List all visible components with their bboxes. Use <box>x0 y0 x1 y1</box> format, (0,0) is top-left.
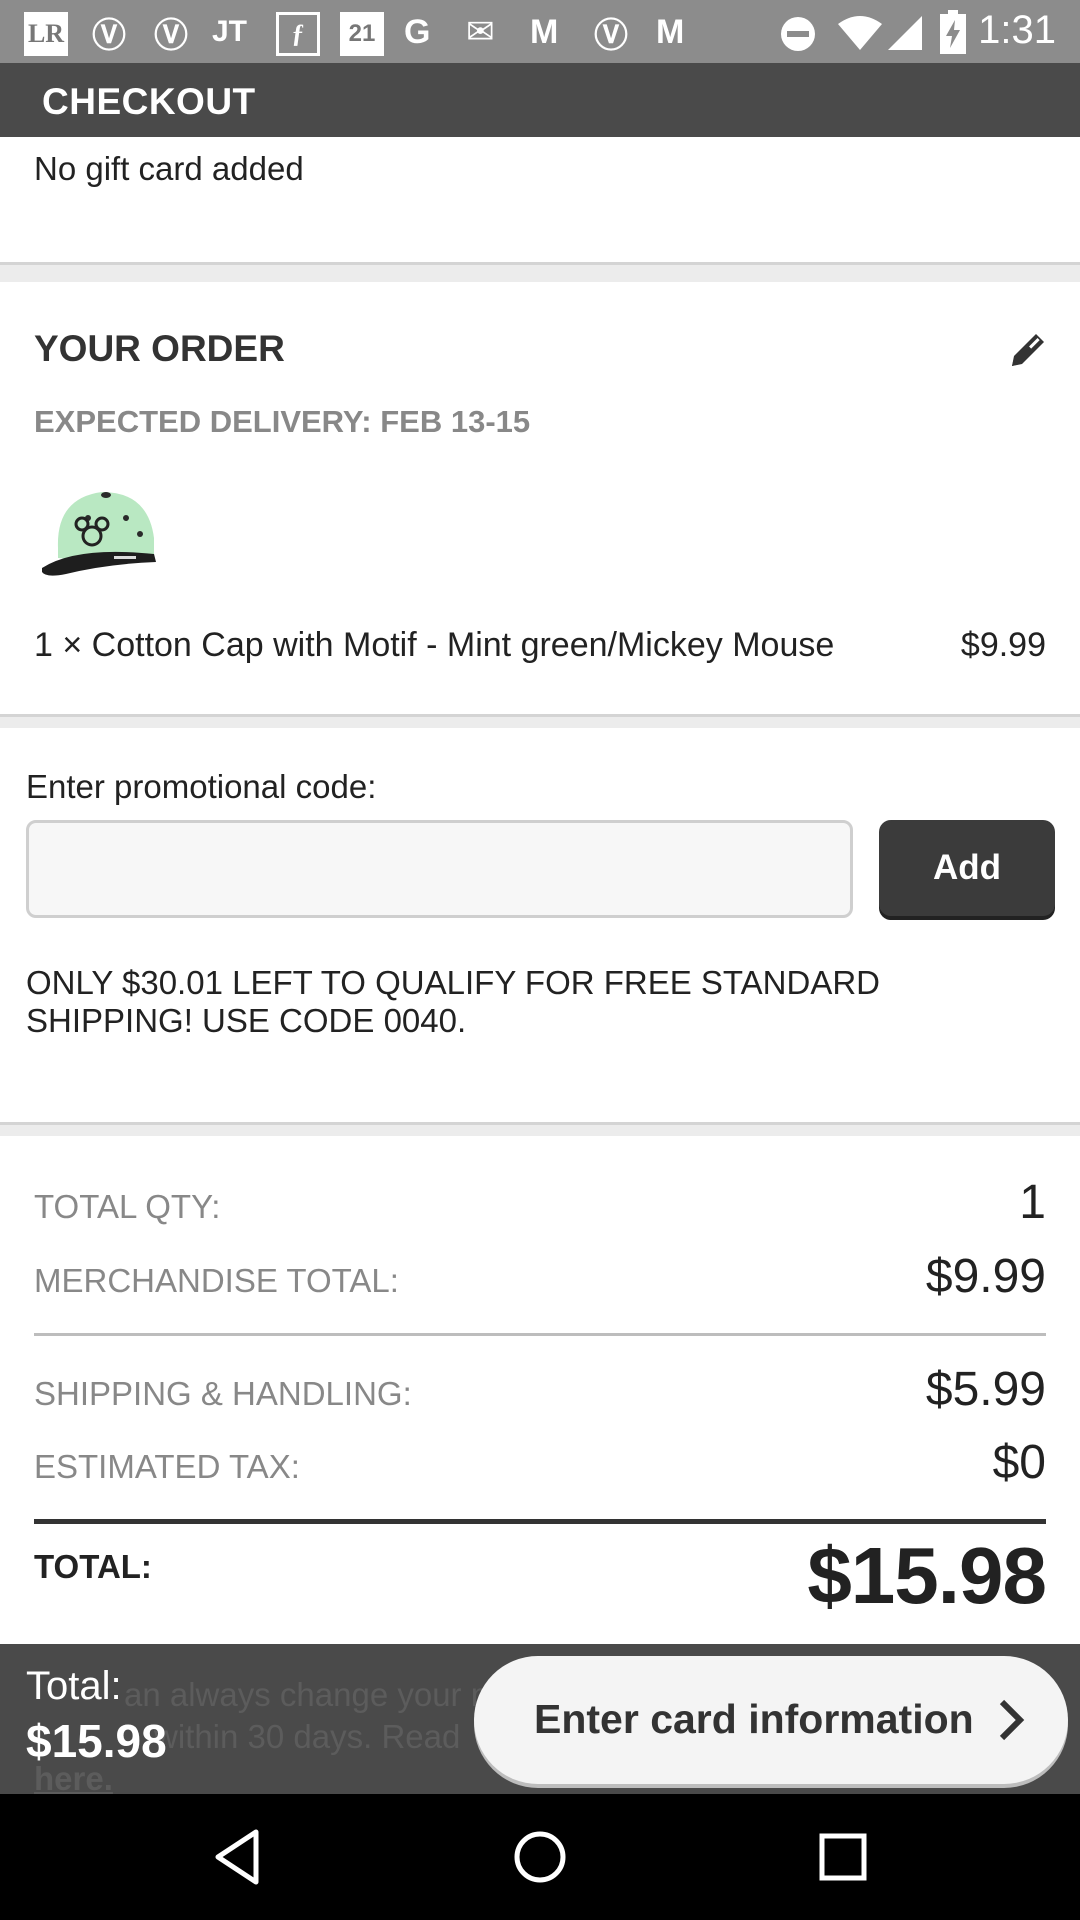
drive-notification-icon: Ⓥ <box>92 16 126 55</box>
total-divider <box>34 1519 1046 1524</box>
summary-label: ESTIMATED TAX: <box>34 1448 300 1485</box>
summary-row-merchandise: MERCHANDISE TOTAL: $9.99 <box>34 1248 1046 1308</box>
order-item-description: 1 × Cotton Cap with Motif - Mint green/M… <box>34 626 835 664</box>
wifi-icon <box>838 16 882 50</box>
order-total-label: TOTAL: <box>34 1548 152 1585</box>
summary-value: $9.99 <box>925 1250 1046 1303</box>
gift-card-status: No gift card added <box>34 150 304 187</box>
chevron-right-icon <box>999 1699 1025 1741</box>
signal-icon <box>888 16 922 50</box>
page-title: CHECKOUT <box>42 81 256 122</box>
section-divider <box>0 262 1080 282</box>
clock: 1:31 <box>978 8 1056 52</box>
forever21-notification-icon: 21 <box>340 12 384 56</box>
lightroom-notification-icon: LR <box>24 12 68 56</box>
gmail-notification-icon: ✉ <box>466 13 495 51</box>
checkout-bottom-bar: an always change your m within 30 days. … <box>0 1644 1080 1794</box>
promo-code-label: Enter promotional code: <box>26 768 377 805</box>
product-thumbnail[interactable] <box>36 478 166 588</box>
bar-total-label: Total: <box>26 1664 122 1708</box>
drive-notification-icon: Ⓥ <box>594 16 628 55</box>
bar-total-value: $15.98 <box>26 1715 167 1767</box>
summary-row-shipping: SHIPPING & HANDLING: $5.99 <box>34 1361 1046 1421</box>
enter-card-label: Enter card information <box>534 1696 974 1742</box>
free-shipping-note: ONLY $30.01 LEFT TO QUALIFY FOR FREE STA… <box>26 964 880 1039</box>
order-total-value: $15.98 <box>807 1531 1047 1620</box>
section-divider <box>0 714 1080 728</box>
summary-value: 1 <box>1019 1176 1046 1229</box>
status-bar: LR Ⓥ Ⓥ JT ƒ 21 G ✉ M Ⓥ M 1:31 <box>0 0 1080 63</box>
section-divider <box>0 1122 1080 1136</box>
order-section-title: YOUR ORDER <box>34 328 285 369</box>
back-icon[interactable] <box>206 1824 272 1890</box>
jt-notification-icon: JT <box>212 15 248 48</box>
home-icon[interactable] <box>507 1824 573 1890</box>
google-notification-icon: G <box>404 12 431 51</box>
summary-row-tax: ESTIMATED TAX: $0 <box>34 1434 1046 1494</box>
app-m-notification-icon: M <box>656 12 685 51</box>
summary-divider <box>34 1333 1046 1336</box>
app-bar: CHECKOUT <box>0 63 1080 137</box>
recents-icon[interactable] <box>810 1824 876 1890</box>
expected-delivery: EXPECTED DELIVERY: FEB 13-15 <box>34 404 531 439</box>
summary-row-qty: TOTAL QTY: 1 <box>34 1174 1046 1234</box>
add-promo-button[interactable]: Add <box>879 820 1055 916</box>
system-nav-bar <box>0 1794 1080 1920</box>
order-item-price: $9.99 <box>960 626 1046 664</box>
summary-label: SHIPPING & HANDLING: <box>34 1375 412 1412</box>
app-notification-icon: ƒ <box>276 12 320 56</box>
app-m-notification-icon: M <box>530 12 559 51</box>
do-not-disturb-icon <box>781 17 815 51</box>
promo-code-input[interactable] <box>26 820 853 918</box>
summary-label: MERCHANDISE TOTAL: <box>34 1262 399 1299</box>
drive-notification-icon: Ⓥ <box>154 16 188 55</box>
enter-card-information-button[interactable]: Enter card information <box>474 1656 1068 1784</box>
summary-label: TOTAL QTY: <box>34 1188 221 1225</box>
summary-value: $5.99 <box>925 1363 1046 1416</box>
summary-value: $0 <box>992 1436 1046 1489</box>
battery-charging-icon <box>940 10 966 54</box>
pencil-edit-icon[interactable] <box>1006 328 1050 372</box>
